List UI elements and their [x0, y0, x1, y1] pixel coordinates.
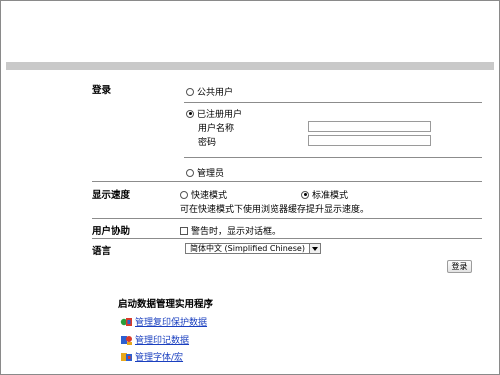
admin-option[interactable]: 管理员 — [186, 166, 224, 179]
section-divider-2 — [92, 218, 482, 219]
password-label: 密码 — [198, 138, 217, 148]
public-user-radio[interactable] — [186, 87, 194, 96]
chevron-down-icon[interactable] — [308, 244, 320, 253]
header-band — [6, 62, 494, 70]
copy-protect-app-icon — [120, 317, 132, 326]
login-section-label: 登录 — [92, 85, 112, 96]
utility-link-stamp-label[interactable]: 管理印记数据 — [135, 333, 189, 346]
utility-link-font-macro[interactable]: 管理字体/宏 — [120, 350, 183, 363]
registered-user-radio[interactable] — [186, 109, 194, 118]
username-input[interactable] — [308, 121, 431, 132]
user-assist-section-label: 用户协助 — [92, 226, 131, 237]
warning-dialog-checkbox[interactable] — [180, 226, 188, 235]
section-divider-3 — [92, 238, 482, 239]
public-user-label: 公共用户 — [197, 88, 234, 98]
utility-link-copy-protect-label[interactable]: 管理复印保护数据 — [135, 315, 207, 328]
password-input[interactable] — [308, 135, 431, 146]
display-speed-section-label: 显示速度 — [92, 190, 131, 201]
login-button[interactable]: 登录 — [447, 260, 472, 273]
section-divider-1 — [92, 181, 482, 182]
language-section-label: 语言 — [92, 246, 112, 257]
language-select-value: 简体中文 (Simplified Chinese) — [190, 244, 305, 253]
warning-dialog-label: 警告时，显示对话框。 — [191, 227, 282, 237]
admin-radio[interactable] — [186, 168, 194, 177]
standard-mode-radio[interactable] — [301, 190, 309, 199]
fast-mode-radio[interactable] — [180, 190, 188, 199]
registered-user-option[interactable]: 已注册用户 — [186, 107, 242, 120]
login-divider-2 — [184, 157, 482, 158]
utilities-title: 启动数据管理实用程序 — [118, 299, 214, 310]
standard-mode-label: 标准模式 — [312, 191, 349, 201]
standard-mode-option[interactable]: 标准模式 — [301, 188, 348, 201]
fast-mode-label: 快速模式 — [191, 191, 228, 201]
username-label: 用户名称 — [198, 124, 235, 134]
utility-link-font-macro-label[interactable]: 管理字体/宏 — [135, 350, 183, 363]
warning-dialog-option[interactable]: 警告时，显示对话框。 — [180, 224, 281, 237]
font-macro-app-icon — [121, 352, 132, 361]
admin-label: 管理员 — [197, 169, 225, 179]
fast-mode-option[interactable]: 快速模式 — [180, 188, 227, 201]
utility-link-copy-protect[interactable]: 管理复印保护数据 — [120, 315, 207, 328]
stamp-data-app-icon — [121, 335, 132, 345]
public-user-option[interactable]: 公共用户 — [186, 85, 233, 98]
page-frame — [0, 0, 500, 375]
display-speed-note: 可在快速模式下使用浏览器缓存提升显示速度。 — [180, 205, 370, 215]
login-divider-1 — [184, 102, 482, 103]
language-select[interactable]: 简体中文 (Simplified Chinese) — [185, 243, 321, 254]
utility-link-stamp[interactable]: 管理印记数据 — [120, 333, 189, 346]
registered-user-label: 已注册用户 — [197, 110, 243, 120]
